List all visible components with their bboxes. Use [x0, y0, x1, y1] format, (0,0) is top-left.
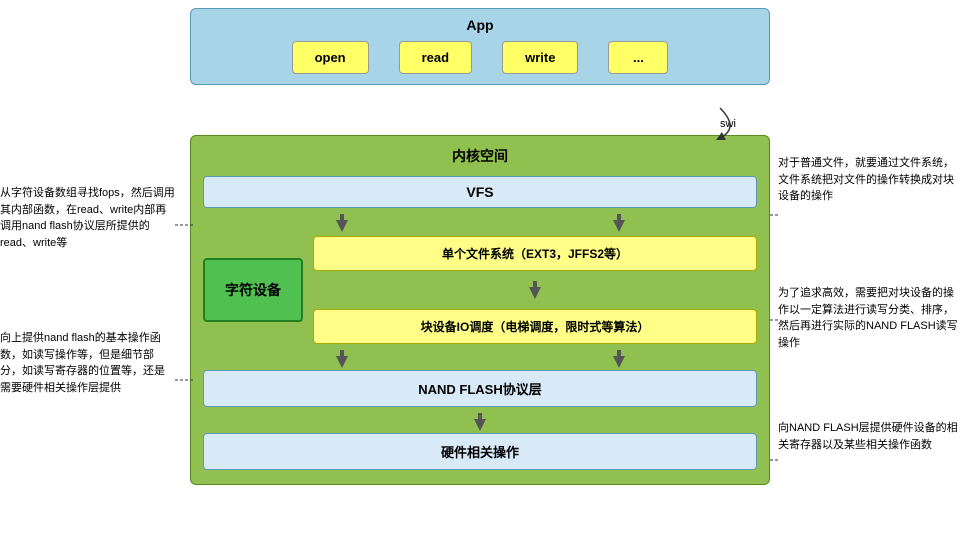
arrow-fs-io-svg	[525, 281, 545, 299]
hw-ops-box: 硬件相关操作	[203, 433, 757, 470]
annotation-left-top: 从字符设备数组寻找fops，然后调用其内部函数，在read、write内部再调用…	[0, 185, 175, 251]
app-layer: App open read write ...	[190, 8, 770, 85]
read-button[interactable]: read	[399, 41, 472, 74]
write-button[interactable]: write	[502, 41, 578, 74]
nand-protocol-box: NAND FLASH协议层	[203, 370, 757, 407]
arrow-fs-io	[313, 281, 757, 299]
arrow-to-nand-right	[609, 350, 629, 368]
fs-box: 单个文件系统（EXT3，JFFS2等）	[313, 236, 757, 271]
arrow-to-nand-left	[332, 350, 352, 368]
swi-label: swi	[720, 118, 736, 130]
open-button[interactable]: open	[292, 41, 369, 74]
io-box: 块设备IO调度（电梯调度，限时式等算法）	[313, 309, 757, 344]
app-buttons: open read write ...	[203, 41, 757, 74]
annotation-right-middle: 为了追求高效，需要把对块设备的操作以一定算法进行读写分类、排序，然后再进行实际的…	[778, 285, 958, 351]
kernel-title: 内核空间	[203, 146, 757, 166]
arrow-vfs-right	[609, 214, 629, 232]
arrow-vfs-left	[332, 214, 352, 232]
right-column: 单个文件系统（EXT3，JFFS2等） 块设备IO调度（电梯调度，限时式等算法）	[313, 236, 757, 344]
diagram-container: App open read write ... swi 内核空间 VFS	[0, 0, 962, 545]
arrow-to-hw	[203, 413, 757, 431]
char-device-box: 字符设备	[203, 258, 303, 322]
annotation-left-bottom: 向上提供nand flash的基本操作函数，如读写操作等，但是细节部分，如读写寄…	[0, 330, 175, 396]
middle-row: 字符设备 单个文件系统（EXT3，JFFS2等） 块设备IO调度（电梯调度，限时…	[203, 236, 757, 344]
app-title: App	[203, 17, 757, 33]
vfs-arrows	[203, 214, 757, 232]
arrow-to-hw-svg	[470, 413, 490, 431]
ellipsis-button[interactable]: ...	[608, 41, 668, 74]
kernel-layer: 内核空间 VFS 字符设备 单个文件系统（EXT3，JFFS2等）	[190, 135, 770, 485]
annotation-right-bottom: 向NAND FLASH层提供硬件设备的相关寄存器以及某些相关操作函数	[778, 420, 958, 453]
inner-arrows-1	[203, 350, 757, 368]
annotation-right-top: 对于普通文件，就要通过文件系统，文件系统把对文件的操作转换成对块设备的操作	[778, 155, 958, 205]
vfs-box: VFS	[203, 176, 757, 208]
